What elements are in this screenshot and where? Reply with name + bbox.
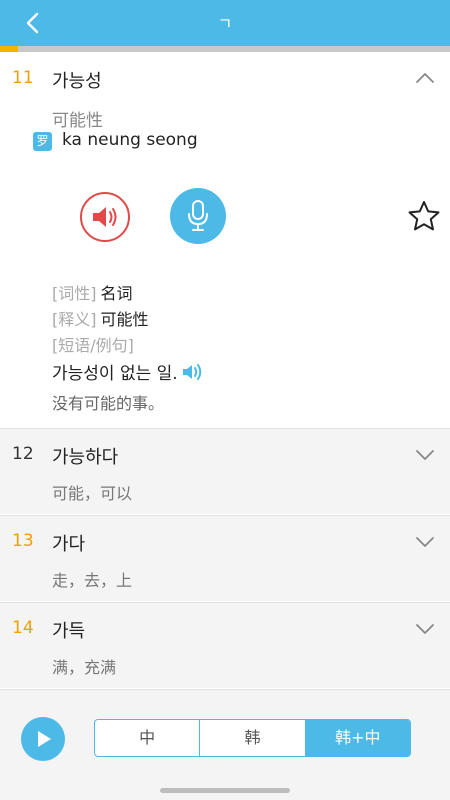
example-chinese: 没有可能的事。 — [52, 394, 165, 413]
entry-number: 11 — [12, 68, 34, 88]
speaker-icon[interactable] — [181, 362, 205, 382]
chevron-up-icon[interactable] — [414, 70, 436, 86]
top-bar: ㄱ — [0, 0, 450, 46]
chevron-down-icon[interactable] — [414, 534, 436, 550]
romanization-text: ka neung seong — [62, 130, 198, 150]
pos-value: 名词 — [100, 284, 133, 303]
play-audio-button[interactable] — [80, 192, 130, 242]
play-icon — [38, 731, 51, 747]
mode-chinese-button[interactable]: 中 — [95, 720, 199, 756]
definition-field: [释义] 可能性 — [52, 306, 149, 330]
entry-meaning: 可能，可以 — [52, 484, 133, 503]
entry-number: 13 — [12, 531, 34, 551]
word-entry[interactable]: 12 가능하다 可能，可以 — [0, 428, 450, 514]
entry-word: 가능성 — [52, 71, 102, 92]
record-button[interactable] — [170, 188, 226, 244]
example-korean-text: 가능성이 없는 일. — [52, 364, 178, 384]
bottom-controls: 中 韩 韩+中 — [0, 689, 450, 800]
definition-value: 可能性 — [100, 310, 149, 329]
page-title: ㄱ — [217, 14, 233, 33]
entry-number: 14 — [12, 618, 34, 638]
word-entry-expanded: 11 가능성 可能性 罗 ka neung seong [词性] 名词 [释义] 可… — [0, 52, 450, 428]
play-button[interactable] — [21, 717, 65, 761]
microphone-icon — [188, 200, 208, 231]
definition-label: [释义] — [52, 310, 97, 329]
mode-korean-button[interactable]: 韩 — [199, 720, 304, 756]
pos-label: [词性] — [52, 284, 97, 303]
speaker-icon — [93, 207, 117, 227]
star-icon[interactable] — [408, 200, 440, 232]
mode-korean-chinese-button[interactable]: 韩+中 — [304, 720, 410, 756]
entry-word: 가능하다 — [52, 447, 119, 468]
entry-meaning: 满，充满 — [52, 658, 117, 677]
entry-number: 12 — [12, 444, 34, 464]
entry-word: 가다 — [52, 534, 86, 555]
phrase-label: [短语/例句] — [52, 336, 134, 355]
example-korean: 가능성이 없는 일. — [52, 359, 205, 384]
romanization-icon: 罗 — [33, 132, 52, 151]
entry-meaning: 可能性 — [52, 111, 103, 131]
pos-field: [词性] 名词 — [52, 280, 133, 304]
word-entry[interactable]: 13 가다 走，去，上 — [0, 515, 450, 601]
chevron-down-icon[interactable] — [414, 621, 436, 637]
entry-word: 가득 — [52, 621, 86, 642]
home-indicator — [160, 788, 290, 793]
chevron-down-icon[interactable] — [414, 447, 436, 463]
word-entry[interactable]: 14 가득 满，充满 — [0, 602, 450, 688]
entry-meaning: 走，去，上 — [52, 571, 133, 590]
phrase-field: [短语/例句] — [52, 332, 134, 356]
language-mode-toggle: 中 韩 韩+中 — [94, 719, 411, 757]
